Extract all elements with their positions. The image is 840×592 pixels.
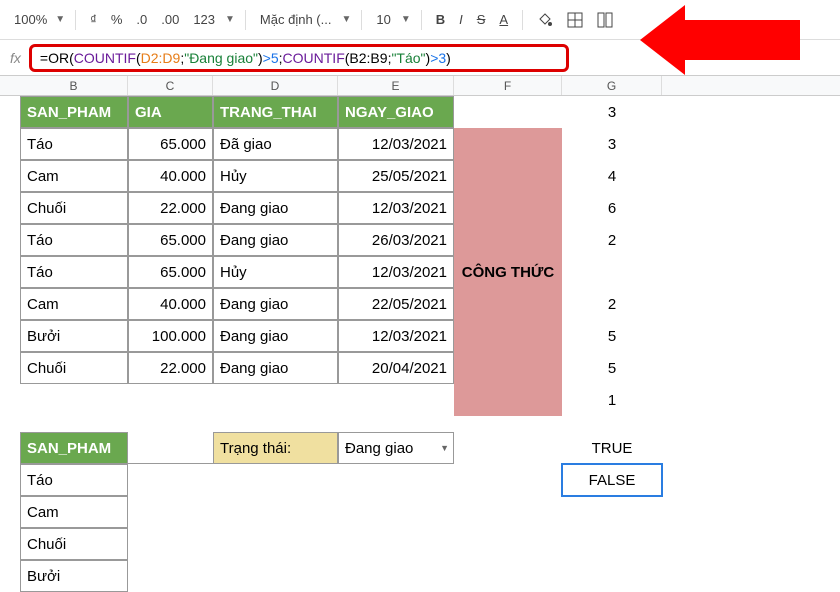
cell-san-pham[interactable]: Táo: [20, 128, 128, 160]
cell-san-pham[interactable]: Táo: [20, 224, 128, 256]
cell-san-pham[interactable]: Chuối: [20, 192, 128, 224]
currency-button[interactable]: ₫: [86, 10, 101, 29]
chevron-down-icon[interactable]: ▼: [55, 14, 65, 25]
cell-ngay-giao[interactable]: 22/05/2021: [338, 288, 454, 320]
header-ngay-giao[interactable]: NGAY_GIAO: [338, 96, 454, 128]
cell-ngay-giao[interactable]: 25/05/2021: [338, 160, 454, 192]
header-gia[interactable]: GIA: [128, 96, 213, 128]
cell-g[interactable]: 4: [562, 160, 662, 192]
filter-label[interactable]: Trạng thái:: [213, 432, 338, 464]
col-header-c[interactable]: C: [128, 76, 213, 95]
filter-dropdown[interactable]: Đang giao: [338, 432, 454, 464]
cell-ngay-giao[interactable]: 12/03/2021: [338, 256, 454, 288]
cell-trang-thai[interactable]: Hủy: [213, 256, 338, 288]
cell-gia[interactable]: 22.000: [128, 192, 213, 224]
cell-ngay-giao[interactable]: 12/03/2021: [338, 320, 454, 352]
cell-san-pham[interactable]: Cam: [20, 496, 128, 528]
header-san-pham[interactable]: SAN_PHAM: [20, 96, 128, 128]
cell-gia[interactable]: 65.000: [128, 128, 213, 160]
cell-san-pham[interactable]: Bưởi: [20, 320, 128, 352]
header-trang-thai[interactable]: TRANG_THAI: [213, 96, 338, 128]
cell-trang-thai[interactable]: Đang giao: [213, 192, 338, 224]
cell-g[interactable]: TRUE: [562, 432, 662, 464]
cell-san-pham[interactable]: Táo: [20, 464, 128, 496]
strike-button[interactable]: S: [473, 10, 490, 29]
cell-san-pham[interactable]: Chuối: [20, 528, 128, 560]
cell-trang-thai[interactable]: Đã giao: [213, 128, 338, 160]
cell-gia[interactable]: 40.000: [128, 160, 213, 192]
percent-button[interactable]: %: [107, 10, 127, 29]
chevron-down-icon[interactable]: ▼: [225, 14, 235, 25]
cell-g[interactable]: 2: [562, 224, 662, 256]
cell-g[interactable]: 5: [562, 320, 662, 352]
callout-arrow: [680, 20, 800, 60]
column-headers: B C D E F G: [0, 76, 840, 96]
empty-cell[interactable]: [128, 432, 213, 464]
cell-trang-thai[interactable]: Đang giao: [213, 352, 338, 384]
chevron-down-icon[interactable]: ▼: [341, 14, 351, 25]
cell-san-pham[interactable]: Cam: [20, 288, 128, 320]
col-header-d[interactable]: D: [213, 76, 338, 95]
cell-trang-thai[interactable]: Đang giao: [213, 288, 338, 320]
font-size[interactable]: 10: [372, 10, 394, 29]
fill-color-icon[interactable]: [533, 10, 557, 30]
formula-input[interactable]: =OR(COUNTIF(D2:D9;"Đang giao")>5;COUNTIF…: [29, 44, 569, 72]
cell-gia[interactable]: 65.000: [128, 224, 213, 256]
cell-ngay-giao[interactable]: 12/03/2021: [338, 128, 454, 160]
borders-icon[interactable]: [563, 10, 587, 30]
col-header-g[interactable]: G: [562, 76, 662, 95]
header-san-pham-2[interactable]: SAN_PHAM: [20, 432, 128, 464]
cell-g[interactable]: 1: [562, 384, 662, 416]
zoom-level[interactable]: 100%: [10, 10, 51, 29]
col-header-f[interactable]: F: [454, 76, 562, 95]
cell-trang-thai[interactable]: Hủy: [213, 160, 338, 192]
merged-cell-cong-thuc[interactable]: CÔNG THỨC: [454, 128, 562, 416]
merge-icon[interactable]: [593, 10, 617, 30]
font-select[interactable]: Mặc định (...: [256, 10, 336, 29]
fx-label: fx: [10, 50, 21, 66]
increase-decimal-button[interactable]: .00: [157, 10, 183, 29]
col-header-b[interactable]: B: [20, 76, 128, 95]
cell-ngay-giao[interactable]: 20/04/2021: [338, 352, 454, 384]
cell-g[interactable]: 2: [562, 288, 662, 320]
italic-button[interactable]: I: [455, 10, 467, 29]
cell-gia[interactable]: 22.000: [128, 352, 213, 384]
cell-gia[interactable]: 65.000: [128, 256, 213, 288]
chevron-down-icon[interactable]: ▼: [401, 14, 411, 25]
cell-g[interactable]: 3: [562, 128, 662, 160]
decrease-decimal-button[interactable]: .0: [132, 10, 151, 29]
cell-gia[interactable]: 100.000: [128, 320, 213, 352]
cell-ngay-giao[interactable]: 12/03/2021: [338, 192, 454, 224]
cell-trang-thai[interactable]: Đang giao: [213, 320, 338, 352]
cell-g[interactable]: 5: [562, 352, 662, 384]
col-header-e[interactable]: E: [338, 76, 454, 95]
cell-ngay-giao[interactable]: 26/03/2021: [338, 224, 454, 256]
number-format-button[interactable]: 123: [189, 10, 219, 29]
selected-cell[interactable]: FALSE: [562, 464, 662, 496]
cell-san-pham[interactable]: Bưởi: [20, 560, 128, 592]
text-color-button[interactable]: A: [495, 10, 512, 29]
cell-gia[interactable]: 40.000: [128, 288, 213, 320]
cell-g[interactable]: [562, 256, 662, 288]
cell-trang-thai[interactable]: Đang giao: [213, 224, 338, 256]
cell-g[interactable]: 6: [562, 192, 662, 224]
cell-g[interactable]: 3: [562, 96, 662, 128]
spreadsheet-grid: SAN_PHAM GIA TRANG_THAI NGAY_GIAO 3 CÔNG…: [0, 96, 840, 592]
cell-san-pham[interactable]: Cam: [20, 160, 128, 192]
cell-san-pham[interactable]: Táo: [20, 256, 128, 288]
cell-san-pham[interactable]: Chuối: [20, 352, 128, 384]
bold-button[interactable]: B: [432, 10, 449, 29]
